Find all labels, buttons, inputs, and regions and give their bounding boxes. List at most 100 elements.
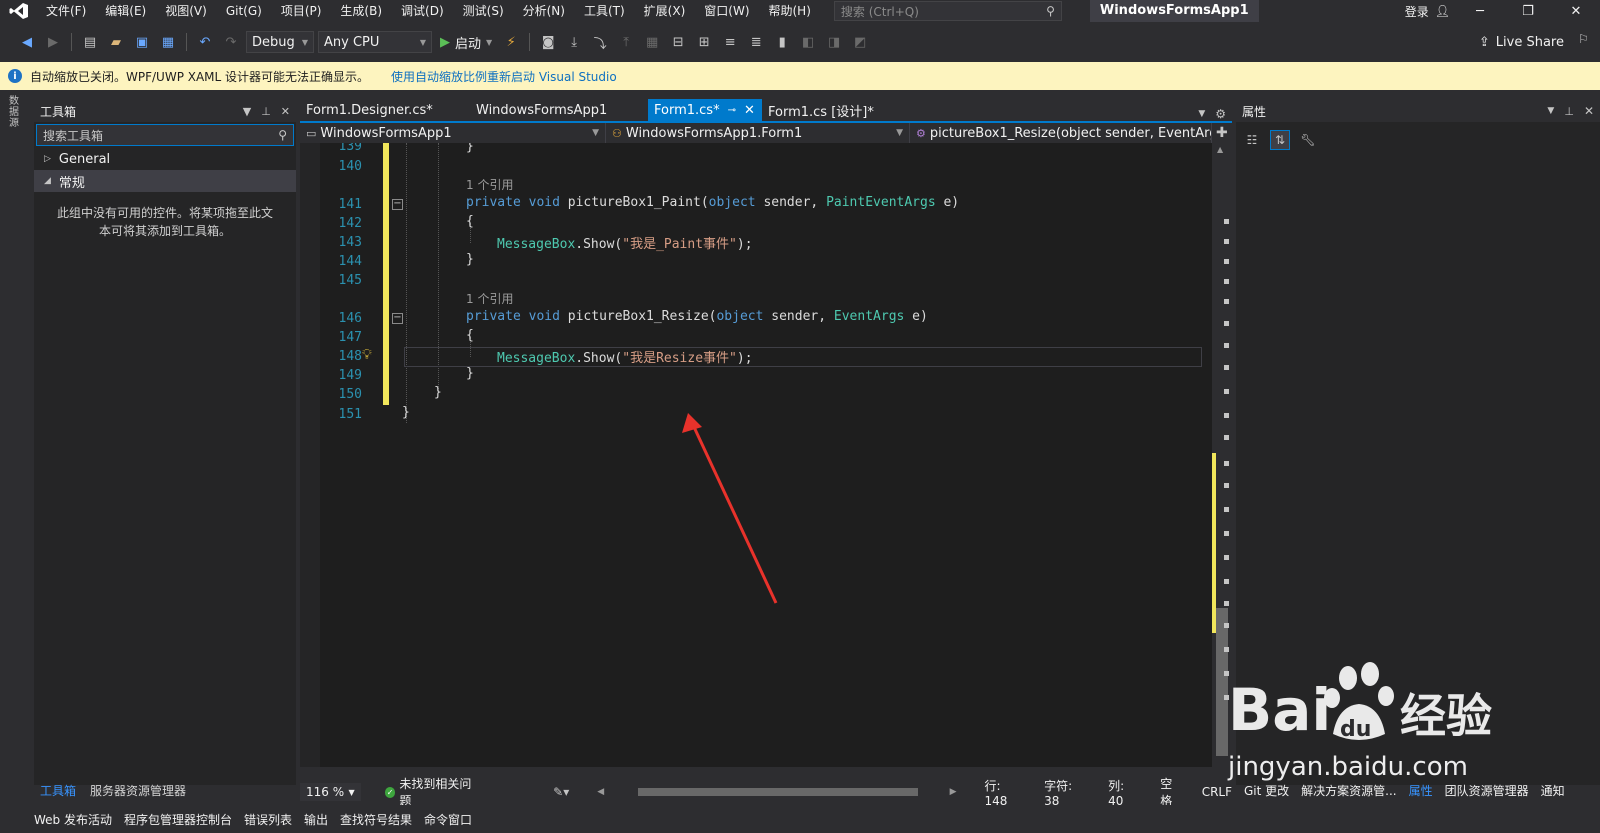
close-window-button[interactable]: ✕: [1552, 4, 1600, 19]
split-editor-icon[interactable]: ✚: [1212, 125, 1228, 141]
tab-toolbox[interactable]: 工具箱: [40, 782, 76, 799]
tab-form1-cs[interactable]: Form1.cs* ⊸ ✕: [648, 99, 762, 121]
menu-edit[interactable]: 编辑(E): [97, 0, 157, 22]
new-project-icon[interactable]: ▤: [79, 31, 101, 53]
member-dropdown[interactable]: ⚙ pictureBox1_Resize(object sender, Even…: [910, 123, 1212, 143]
restore-button[interactable]: ❐: [1504, 4, 1552, 19]
chevron-down-icon[interactable]: ▼: [243, 105, 251, 118]
tab-output[interactable]: 输出: [304, 811, 328, 828]
tab-error-list[interactable]: 错误列表: [244, 811, 292, 828]
save-icon[interactable]: ▣: [131, 31, 153, 53]
tab-windowsformsapp1[interactable]: WindowsFormsApp1: [470, 99, 648, 121]
step-over-icon[interactable]: ⤵: [589, 31, 611, 53]
menu-git[interactable]: Git(G): [218, 0, 273, 22]
codelens-references[interactable]: 1 个引用: [466, 290, 513, 307]
scroll-up-icon[interactable]: ▲: [1217, 145, 1223, 154]
visual-studio-logo-icon[interactable]: [0, 0, 38, 22]
close-tab-icon[interactable]: ✕: [744, 103, 755, 118]
next-bookmark-icon[interactable]: ◨: [823, 31, 845, 53]
platform-select[interactable]: Any CPU ▼: [318, 31, 432, 53]
clear-bookmarks-icon[interactable]: ◩: [849, 31, 871, 53]
toolbox-footer-tabs: 工具箱 服务器资源管理器: [34, 780, 296, 800]
step-out-icon[interactable]: ⤒: [615, 31, 637, 53]
tab-command-window[interactable]: 命令窗口: [424, 811, 472, 828]
chevron-down-icon[interactable]: ▼: [1198, 109, 1205, 119]
comment-icon[interactable]: ≡: [719, 31, 741, 53]
gear-icon[interactable]: ⚙: [1215, 107, 1226, 121]
menu-build[interactable]: 生成(B): [332, 0, 393, 22]
toolbox-group-general[interactable]: ▷ General: [34, 148, 296, 170]
tab-form1-design[interactable]: Form1.cs [设计]*: [762, 99, 912, 121]
menu-debug[interactable]: 调试(D): [393, 0, 455, 22]
start-debugging-button[interactable]: ▶ 启动 ▼: [436, 33, 496, 52]
menu-help[interactable]: 帮助(H): [761, 0, 822, 22]
lightbulb-icon[interactable]: 💡︎: [362, 347, 376, 365]
tab-web-publish-activity[interactable]: Web 发布活动: [34, 811, 112, 828]
undo-icon[interactable]: ↶: [194, 31, 216, 53]
bottom-tool-window-bar: Web 发布活动 程序包管理器控制台 错误列表 输出 查找符号结果 命令窗口: [0, 805, 1600, 833]
pin-icon[interactable]: ⊥: [1564, 105, 1574, 118]
menu-tools[interactable]: 工具(T): [576, 0, 636, 22]
play-icon: ▶: [440, 34, 450, 50]
prev-bookmark-icon[interactable]: ◧: [797, 31, 819, 53]
menu-analyze[interactable]: 分析(N): [515, 0, 576, 22]
menu-project[interactable]: 项目(P): [273, 0, 333, 22]
login-button[interactable]: 登录 👤︎: [1405, 3, 1450, 20]
issues-indicator[interactable]: ✓ 未找到相关问题: [384, 775, 481, 809]
toolbox-group-common[interactable]: ◢ 常规: [34, 170, 296, 192]
back-icon[interactable]: ◀: [16, 31, 38, 53]
collapse-region-icon[interactable]: −: [392, 313, 403, 324]
scrollbar-thumb[interactable]: [638, 788, 919, 796]
scroll-left-icon[interactable]: ◀: [597, 787, 604, 797]
menu-test[interactable]: 测试(S): [455, 0, 515, 22]
close-icon[interactable]: ✕: [1584, 104, 1594, 118]
hot-reload-icon[interactable]: ⚡: [500, 31, 522, 53]
screenshot-icon[interactable]: ◙: [537, 31, 559, 53]
restart-with-autoscale-link[interactable]: 使用自动缩放比例重新启动 Visual Studio: [391, 68, 617, 85]
tab-package-manager-console[interactable]: 程序包管理器控制台: [124, 811, 232, 828]
data-sources-tab[interactable]: 数据源: [9, 96, 23, 129]
minimize-button[interactable]: ─: [1456, 4, 1504, 19]
project-dropdown[interactable]: ▭ WindowsFormsApp1 ▼: [300, 123, 606, 143]
pin-icon[interactable]: ⊸: [728, 105, 736, 116]
editor-horizontal-scrollbar[interactable]: [628, 788, 949, 796]
redo-icon[interactable]: ↷: [220, 31, 242, 53]
scrollbar-thumb[interactable]: [1216, 608, 1228, 756]
layout-icon[interactable]: ⊞: [693, 31, 715, 53]
global-search-input[interactable]: 搜索 (Ctrl+Q) ⚲: [833, 1, 1062, 21]
tab-find-symbol-results[interactable]: 查找符号结果: [340, 811, 412, 828]
open-folder-icon[interactable]: ▰: [105, 31, 127, 53]
forward-icon[interactable]: ▶: [42, 31, 64, 53]
tab-server-explorer[interactable]: 服务器资源管理器: [90, 782, 186, 799]
menu-view[interactable]: 视图(V): [157, 0, 218, 22]
close-icon[interactable]: ✕: [281, 105, 290, 118]
save-all-icon[interactable]: ▦: [157, 31, 179, 53]
menu-file[interactable]: 文件(F): [38, 0, 97, 22]
menu-extensions[interactable]: 扩展(X): [636, 0, 697, 22]
uncomment-icon[interactable]: ≣: [745, 31, 767, 53]
tab-form1-designer[interactable]: Form1.Designer.cs*: [300, 99, 470, 121]
alphabetical-icon[interactable]: ⇅: [1270, 130, 1290, 150]
svg-text:经验: 经验: [1400, 689, 1492, 743]
build-configuration-select[interactable]: Debug ▼: [246, 31, 314, 53]
align-icon[interactable]: ⊟: [667, 31, 689, 53]
menu-window[interactable]: 窗口(W): [696, 0, 760, 22]
bookmark-icon[interactable]: ▮: [771, 31, 793, 53]
property-pages-icon[interactable]: 🔧︎: [1298, 130, 1318, 150]
pin-icon[interactable]: ⊥: [261, 105, 271, 118]
codelens-references[interactable]: 1 个引用: [466, 176, 513, 193]
class-dropdown[interactable]: ⚇ WindowsFormsApp1.Form1 ▼: [606, 123, 910, 143]
collapse-region-icon[interactable]: −: [392, 199, 403, 210]
code-editor[interactable]: 139 140 141 142 143 144 145 146 147 148 149 150 151 …: [300, 143, 1212, 767]
feedback-icon[interactable]: ⚐: [1578, 32, 1589, 46]
indent-mode[interactable]: 空格: [1160, 775, 1183, 809]
categorized-icon[interactable]: ☷: [1242, 130, 1262, 150]
step-into-icon[interactable]: ⤓: [563, 31, 585, 53]
live-share-button[interactable]: ⇪ Live Share: [1479, 35, 1564, 50]
scroll-right-icon[interactable]: ▶: [950, 787, 957, 797]
zoom-level-select[interactable]: 116 % ▼: [300, 783, 361, 801]
chevron-down-icon[interactable]: ▼: [1547, 106, 1554, 116]
brush-icon[interactable]: ✎▾: [553, 785, 569, 799]
toolbox-search-input[interactable]: 搜索工具箱 ⚲: [36, 124, 294, 146]
grid-icon[interactable]: ▦: [641, 31, 663, 53]
